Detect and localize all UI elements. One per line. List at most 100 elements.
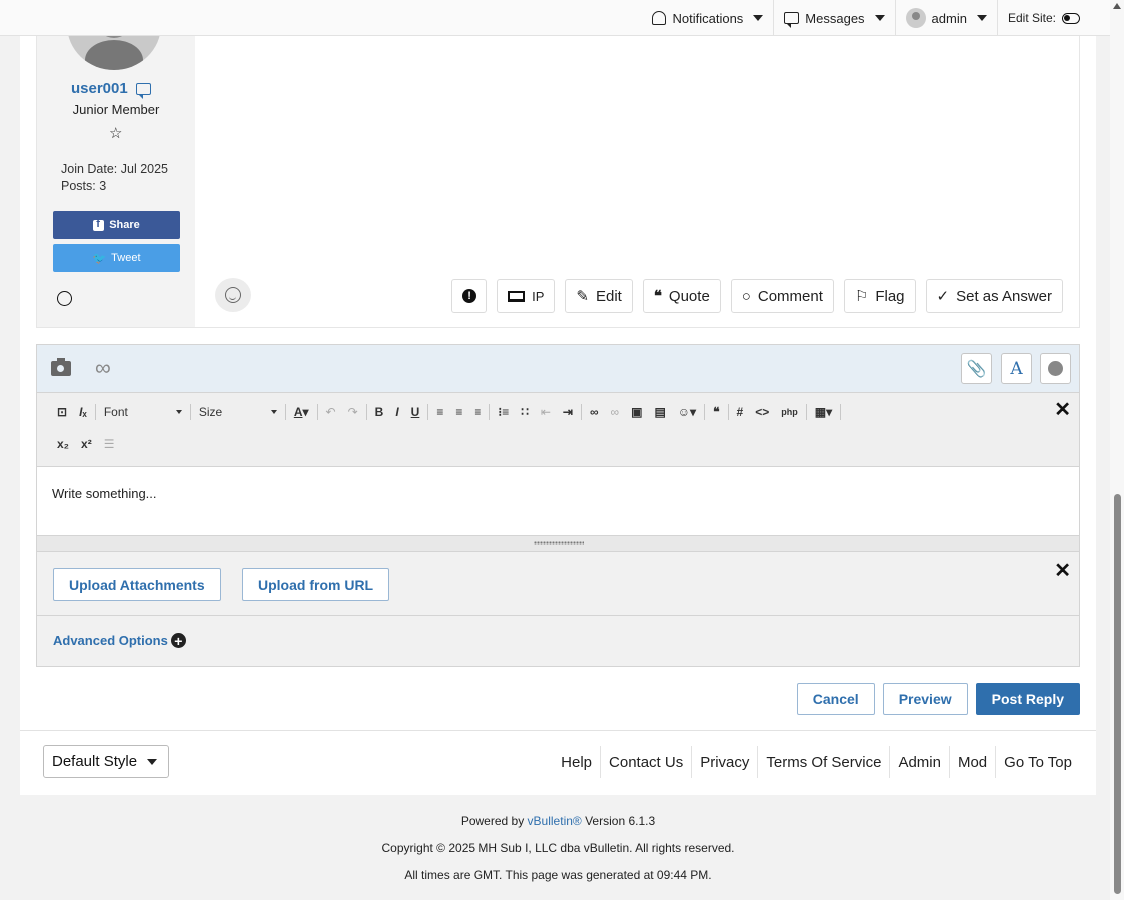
caret-down-icon xyxy=(270,410,277,414)
edit-button[interactable]: ✎ Edit xyxy=(565,279,633,313)
separator xyxy=(805,404,807,420)
close-icon[interactable]: ✕ xyxy=(1054,397,1071,422)
separator xyxy=(365,404,367,420)
attach-button[interactable]: 📎 xyxy=(961,353,992,384)
tweet-button[interactable]: 🐦 Tweet xyxy=(53,244,180,272)
toggle-icon xyxy=(1062,12,1080,24)
quote-button[interactable]: ❝ Quote xyxy=(642,279,721,313)
italic-icon[interactable]: I xyxy=(389,402,404,422)
advanced-options-toggle[interactable]: Advanced Options + xyxy=(53,633,186,648)
video-icon[interactable]: ▤ xyxy=(648,402,671,422)
size-select[interactable]: Size xyxy=(193,405,283,419)
exclamation-icon: ! xyxy=(462,289,477,303)
superscript-icon[interactable]: x² xyxy=(75,434,98,454)
message-textarea[interactable]: Write something... xyxy=(37,467,1079,536)
quote-icon[interactable]: ❝ xyxy=(707,402,725,422)
flag-label: Flag xyxy=(875,287,905,305)
edit-site-toggle[interactable]: Edit Site: xyxy=(998,0,1080,36)
camera-icon[interactable] xyxy=(51,358,71,376)
form-actions: Cancel Preview Post Reply xyxy=(796,683,1080,715)
edit-label: Edit xyxy=(595,287,622,305)
bullet-list-icon[interactable]: ∷ xyxy=(515,402,535,422)
flag-button[interactable]: ⚐ Flag xyxy=(843,279,916,313)
user-menu[interactable]: admin xyxy=(896,0,998,36)
report-button[interactable]: ! xyxy=(451,279,488,313)
star-icon: ☆ xyxy=(109,125,123,142)
outdent-icon[interactable]: ⇤ xyxy=(535,402,557,422)
bold-icon[interactable]: B xyxy=(369,402,390,422)
message-bubble-icon[interactable] xyxy=(135,82,151,99)
remove-format-icon[interactable]: Iₓ xyxy=(73,402,93,422)
ip-button[interactable]: IP xyxy=(497,279,556,313)
upload-panel: Upload Attachments Upload from URL ✕ xyxy=(37,552,1079,616)
image-icon[interactable]: ▣ xyxy=(625,402,648,422)
messages-menu[interactable]: Messages xyxy=(774,0,896,36)
smiley-icon[interactable]: ☺▾ xyxy=(672,402,702,422)
laptop-icon xyxy=(508,290,526,302)
post-user-info: user001 Junior Member ☆ Join Date: Jul 2… xyxy=(37,0,195,327)
upload-from-url-button[interactable]: Upload from URL xyxy=(242,568,390,601)
footer-link-admin[interactable]: Admin xyxy=(889,746,949,778)
footer-link-mod[interactable]: Mod xyxy=(948,746,995,778)
font-select[interactable]: Font xyxy=(98,405,188,419)
close-icon[interactable]: ✕ xyxy=(1054,558,1071,583)
php-icon[interactable]: php xyxy=(775,402,804,422)
redo-icon[interactable]: ↷ xyxy=(342,402,364,422)
message-bubble-icon xyxy=(784,12,800,28)
vbulletin-link[interactable]: vBulletin® xyxy=(528,814,582,828)
scroll-thumb[interactable] xyxy=(1114,494,1121,894)
size-select-label: Size xyxy=(198,405,223,419)
code-icon[interactable]: <> xyxy=(749,402,775,422)
comment-button[interactable]: ○ Comment xyxy=(730,279,834,313)
preview-button[interactable]: Preview xyxy=(882,683,968,715)
caret-down-icon xyxy=(147,758,158,765)
edit-site-label: Edit Site: xyxy=(1007,11,1056,25)
scroll-up-icon[interactable] xyxy=(1113,3,1121,9)
unlink-icon[interactable]: ∞ xyxy=(605,402,626,422)
scrollbar[interactable] xyxy=(1110,0,1124,900)
numbered-list-icon[interactable]: ⁝≡ xyxy=(492,402,515,422)
username: user001 xyxy=(71,80,128,97)
style-select[interactable]: Default Style xyxy=(43,745,169,778)
separator xyxy=(427,404,429,420)
footer-link-contact[interactable]: Contact Us xyxy=(600,746,691,778)
quote-icon: ❝ xyxy=(653,288,662,305)
share-button[interactable]: Share xyxy=(53,211,180,239)
horizontal-rule-icon[interactable]: ☰ xyxy=(98,434,121,454)
align-left-icon[interactable]: ≡ xyxy=(430,402,449,422)
source-icon[interactable]: ⊡ xyxy=(51,402,73,422)
grip-icon xyxy=(534,541,584,545)
add-reaction-button[interactable] xyxy=(215,278,251,312)
separator xyxy=(727,404,729,420)
link-icon[interactable]: ∞ xyxy=(584,402,605,422)
align-right-icon[interactable]: ≡ xyxy=(468,402,487,422)
align-center-icon[interactable]: ≡ xyxy=(449,402,468,422)
resize-handle[interactable] xyxy=(37,536,1079,552)
cancel-button[interactable]: Cancel xyxy=(796,683,875,715)
notifications-menu[interactable]: Notifications xyxy=(642,0,775,36)
underline-icon[interactable]: U xyxy=(405,402,426,422)
footer-link-go-to-top[interactable]: Go To Top xyxy=(995,746,1080,778)
footer-link-privacy[interactable]: Privacy xyxy=(691,746,757,778)
footer-link-help[interactable]: Help xyxy=(553,746,600,778)
footer-link-terms[interactable]: Terms Of Service xyxy=(757,746,889,778)
table-icon[interactable]: ▦▾ xyxy=(809,402,838,422)
separator xyxy=(489,404,491,420)
emoji-button[interactable] xyxy=(1040,353,1071,384)
user-nav: Notifications Messages admin Edit Site: xyxy=(642,0,1080,36)
hashtag-icon[interactable]: # xyxy=(731,402,750,422)
comment-icon: ○ xyxy=(741,287,751,305)
subscript-icon[interactable]: x₂ xyxy=(51,434,75,454)
post-reply-button[interactable]: Post Reply xyxy=(975,683,1080,715)
text-color-icon[interactable]: A ▾ xyxy=(288,402,315,422)
username-link[interactable]: user001 xyxy=(71,80,151,99)
undo-icon[interactable]: ↶ xyxy=(320,402,342,422)
upload-attachments-button[interactable]: Upload Attachments xyxy=(53,568,221,601)
set-as-answer-button[interactable]: ✓ Set as Answer xyxy=(925,279,1063,313)
editor-toolbar: ⊡ Iₓ Font Size A ▾ ↶ ↷ B I U ≡ ≡ ≡ ⁝≡ ∷ … xyxy=(37,393,1079,467)
text-format-button[interactable]: A xyxy=(1001,353,1032,384)
powered-by-prefix: Powered by xyxy=(460,814,525,828)
link-icon[interactable]: ∞ xyxy=(95,355,111,381)
indent-icon[interactable]: ⇥ xyxy=(557,402,579,422)
top-header: Notifications Messages admin Edit Site: xyxy=(0,0,1110,36)
